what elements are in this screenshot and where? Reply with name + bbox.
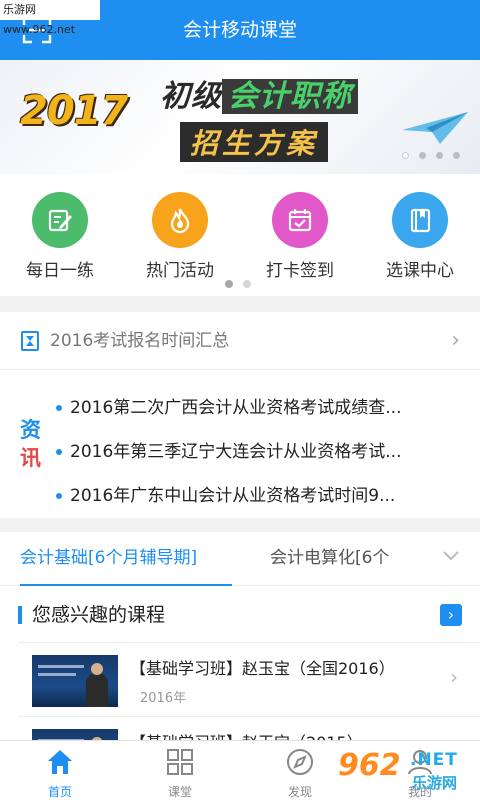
news-list: 2016第二次广西会计从业资格考试成绩查... 2016年第三季辽宁大连会计从业…: [56, 386, 466, 518]
course-title: 【基础学习班】赵玉宝（全国2016）: [130, 659, 395, 678]
home-icon: [20, 747, 100, 777]
site-logo-number: 962: [338, 748, 401, 783]
site-logo-name: 乐游网: [412, 774, 458, 792]
banner-title: 初级 会计职称: [160, 74, 358, 120]
tabbar-item-classroom[interactable]: 课堂: [140, 747, 220, 800]
banner-dot[interactable]: [419, 152, 426, 159]
compass-icon: [260, 747, 340, 777]
quick-item-hot-events[interactable]: 热门活动: [130, 192, 230, 281]
flame-icon: [152, 192, 208, 248]
section-accent-bar: [18, 606, 22, 624]
quick-menu-pager: [225, 280, 251, 288]
tabbar-label: 课堂: [167, 785, 192, 799]
promo-banner[interactable]: 2017 初级 会计职称 招生方案: [0, 60, 480, 174]
course-section: 您感兴趣的课程 › 【基础学习班】赵玉宝（全国2016） 2016年 › 【基础…: [0, 586, 480, 740]
quick-menu: 每日一练 热门活动 打卡签到 选课中心: [0, 174, 480, 296]
news-item[interactable]: 2016年广东中山会计从业资格考试时间9...: [56, 474, 466, 518]
news-header-title: 2016考试报名时间汇总: [50, 331, 230, 351]
calendar-icon: [272, 192, 328, 248]
news-item[interactable]: 2016年第三季辽宁大连会计从业资格考试...: [56, 430, 466, 474]
tab-accounting-computerization[interactable]: 会计电算化[6个: [270, 532, 420, 586]
edit-icon: [32, 192, 88, 248]
banner-dot[interactable]: [436, 152, 443, 159]
pager-dot[interactable]: [243, 280, 251, 288]
tabbar-label: 首页: [47, 785, 72, 799]
site-logo-net: .NET: [410, 750, 458, 770]
tabbar-item-home[interactable]: 首页: [20, 747, 100, 800]
chevron-right-icon: ›: [451, 328, 460, 353]
teacher-figure: [86, 663, 108, 707]
quick-item-label: 每日一练: [26, 261, 94, 281]
more-courses-button[interactable]: ›: [440, 604, 462, 626]
tab-accounting-basics[interactable]: 会计基础[6个月辅导期]: [20, 532, 232, 586]
news-badge: 资 讯: [20, 416, 48, 472]
thumb-text-line: [38, 673, 76, 676]
news-item[interactable]: 2016第二次广西会计从业资格考试成绩查...: [56, 386, 466, 430]
banner-pager: [402, 152, 460, 159]
category-tabs: 会计基础[6个月辅导期] 会计电算化[6个: [0, 532, 480, 586]
banner-dot[interactable]: [402, 152, 409, 159]
news-badge-char: 资: [20, 418, 41, 442]
site-watermark: 乐游网 www.962.net: [0, 0, 100, 36]
chevron-right-icon: ›: [450, 665, 458, 689]
course-year: 2016年: [140, 691, 187, 706]
quick-item-course-center[interactable]: 选课中心: [370, 192, 470, 281]
news-badge-char: 讯: [20, 446, 41, 470]
quick-item-check-in[interactable]: 打卡签到: [250, 192, 350, 281]
banner-subtitle: 招生方案: [180, 122, 329, 162]
paper-plane-icon: [402, 112, 468, 144]
quick-item-daily-practice[interactable]: 每日一练: [10, 192, 110, 281]
banner-dot[interactable]: [453, 152, 460, 159]
tabbar-label: 发现: [287, 785, 312, 799]
course-row[interactable]: 【基础学习班】赵玉宝（2015）: [18, 716, 480, 740]
grid-icon: [140, 747, 220, 777]
course-row[interactable]: 【基础学习班】赵玉宝（全国2016） 2016年 ›: [18, 642, 480, 716]
pager-dot[interactable]: [225, 280, 233, 288]
course-thumbnail: [32, 729, 118, 740]
banner-title-pre: 初级: [160, 79, 222, 114]
quick-item-label: 选课中心: [386, 261, 454, 281]
section-title: 您感兴趣的课程: [32, 604, 166, 626]
thumb-text-line: [38, 665, 84, 668]
book-icon: [392, 192, 448, 248]
news-panel: 2016考试报名时间汇总 › 资 讯 2016第二次广西会计从业资格考试成绩查.…: [0, 312, 480, 518]
quick-item-label: 热门活动: [146, 261, 214, 281]
course-title: 【基础学习班】赵玉宝（2015）: [130, 729, 363, 740]
chevron-down-icon[interactable]: [442, 550, 460, 562]
site-logo-watermark: 962 .NET 乐游网: [338, 748, 480, 796]
course-thumbnail: [32, 655, 118, 707]
banner-year: 2017: [20, 88, 128, 134]
hourglass-icon: [21, 331, 39, 351]
news-header[interactable]: 2016考试报名时间汇总 ›: [0, 312, 480, 370]
banner-title-highlight: 会计职称: [222, 79, 358, 114]
tabbar-item-discover[interactable]: 发现: [260, 747, 340, 800]
quick-item-label: 打卡签到: [266, 261, 334, 281]
